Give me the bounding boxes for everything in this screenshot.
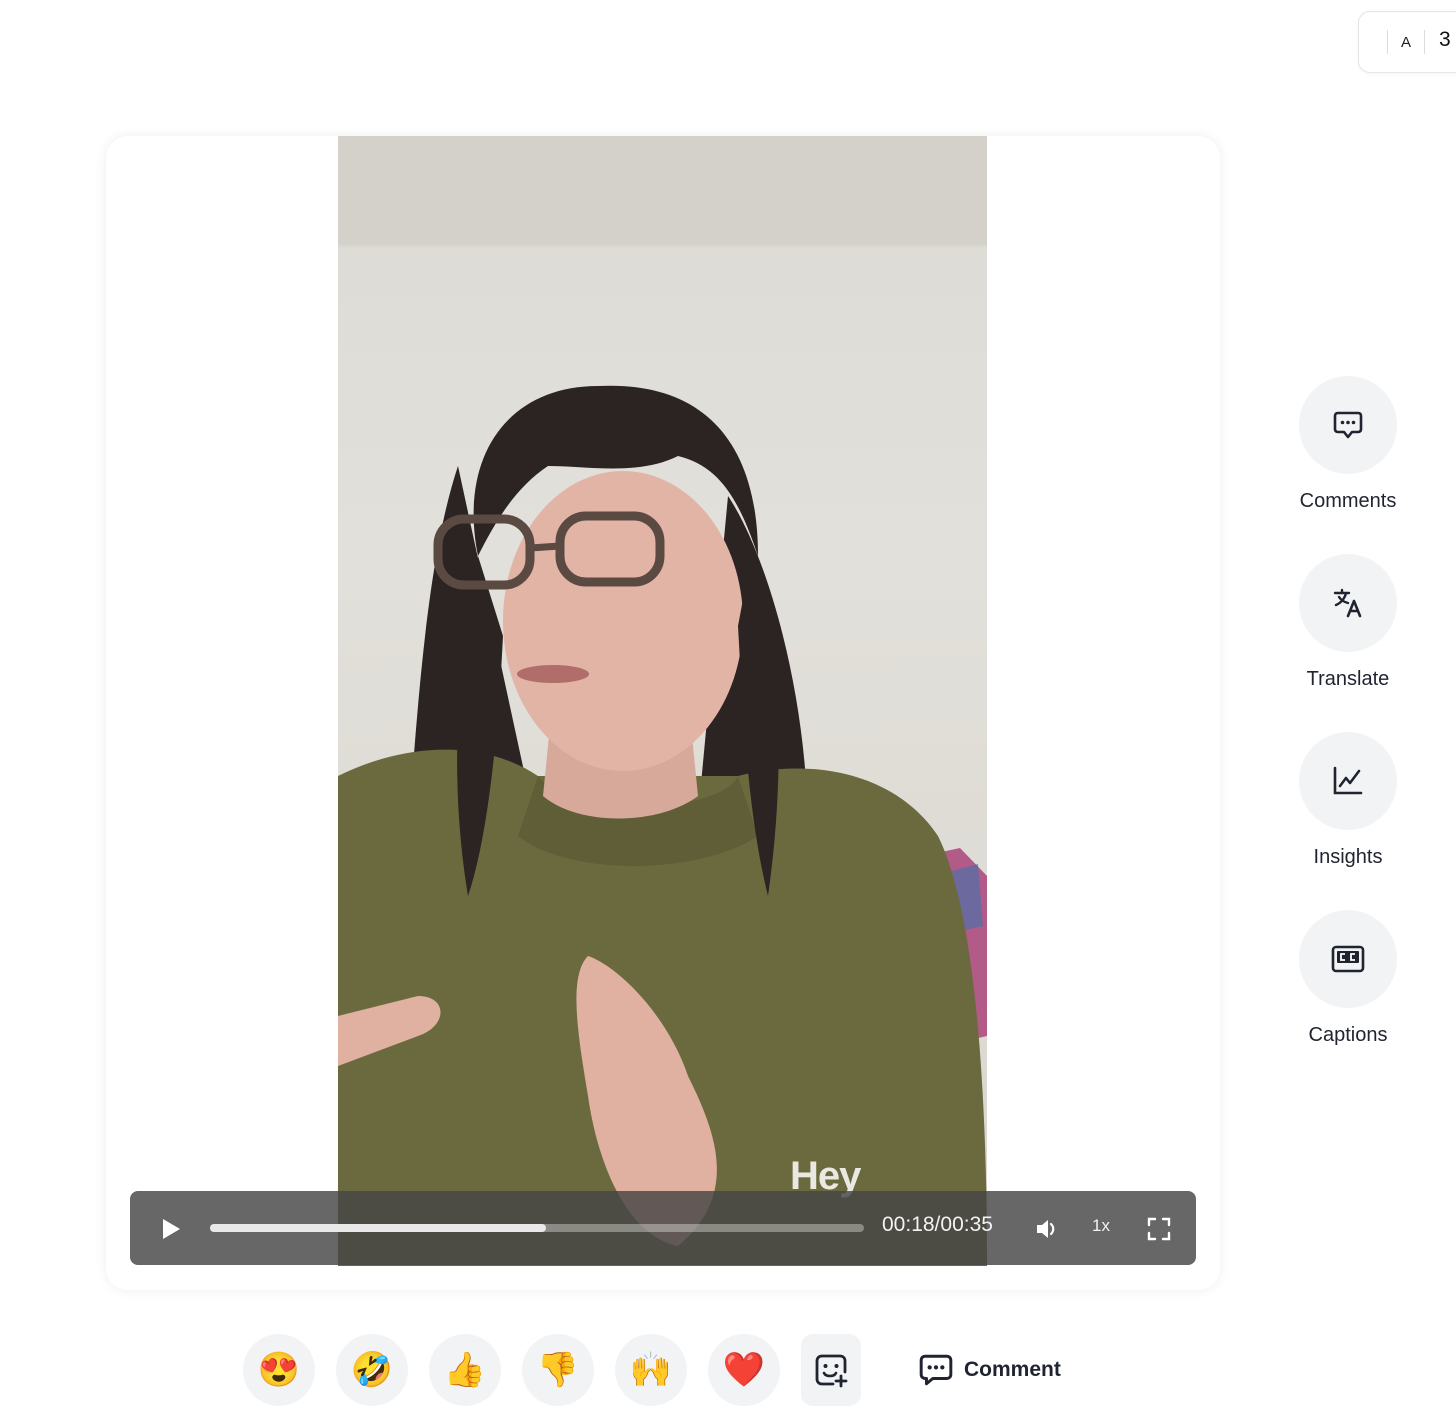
progress-fill bbox=[210, 1224, 547, 1232]
translate-icon bbox=[1333, 588, 1362, 618]
comment-button[interactable]: Comment bbox=[918, 1350, 1061, 1390]
play-icon[interactable] bbox=[156, 1215, 184, 1243]
chart-line-icon bbox=[1333, 766, 1363, 795]
comment-button-label: Comment bbox=[964, 1358, 1061, 1381]
side-action-translate[interactable]: Translate bbox=[1290, 554, 1406, 691]
side-action-insights[interactable]: Insights bbox=[1290, 732, 1406, 869]
side-action-comments[interactable]: Comments bbox=[1290, 376, 1406, 513]
add-reaction-button[interactable] bbox=[801, 1334, 861, 1406]
reaction-thumbs-down[interactable]: 👎 bbox=[522, 1334, 594, 1406]
reaction-rolling-laughing[interactable]: 🤣 bbox=[336, 1334, 408, 1406]
side-action-circle bbox=[1299, 732, 1397, 830]
side-action-circle bbox=[1299, 376, 1397, 474]
side-action-label: Translate bbox=[1306, 668, 1390, 690]
reaction-raised-hands[interactable]: 🙌 bbox=[615, 1334, 687, 1406]
side-action-captions[interactable]: Captions bbox=[1290, 910, 1406, 1047]
comment-bubble-icon bbox=[1333, 411, 1363, 439]
video-controls-bar: 00:18/00:35 1x bbox=[130, 1191, 1196, 1265]
video-player-card: Hey 00:18/00:35 1x bbox=[106, 136, 1220, 1290]
add-emoji-icon bbox=[815, 1354, 848, 1388]
side-action-label: Insights bbox=[1313, 846, 1383, 868]
video-frame[interactable]: Hey bbox=[338, 136, 987, 1266]
fullscreen-icon[interactable] bbox=[1146, 1216, 1172, 1242]
side-action-label: Comments bbox=[1299, 490, 1397, 512]
language-chip[interactable]: A 3 bbox=[1358, 11, 1456, 73]
reaction-heart-eyes[interactable]: 😍 bbox=[243, 1334, 315, 1406]
side-action-circle bbox=[1299, 554, 1397, 652]
language-count: 3 bbox=[1439, 28, 1451, 51]
time-readout: 00:18/00:35 bbox=[882, 1213, 993, 1236]
comment-bubble-icon bbox=[919, 1354, 953, 1386]
volume-icon[interactable] bbox=[1034, 1216, 1060, 1242]
side-action-circle bbox=[1299, 910, 1397, 1008]
video-still-image bbox=[338, 385, 987, 1266]
side-action-label: Captions bbox=[1308, 1024, 1388, 1046]
language-avatar: A bbox=[1387, 30, 1425, 54]
reaction-red-heart[interactable]: ❤️ bbox=[708, 1334, 780, 1406]
closed-captions-icon bbox=[1331, 945, 1365, 973]
playback-speed-button[interactable]: 1x bbox=[1092, 1216, 1110, 1236]
progress-bar[interactable] bbox=[210, 1224, 864, 1232]
reaction-thumbs-up[interactable]: 👍 bbox=[429, 1334, 501, 1406]
